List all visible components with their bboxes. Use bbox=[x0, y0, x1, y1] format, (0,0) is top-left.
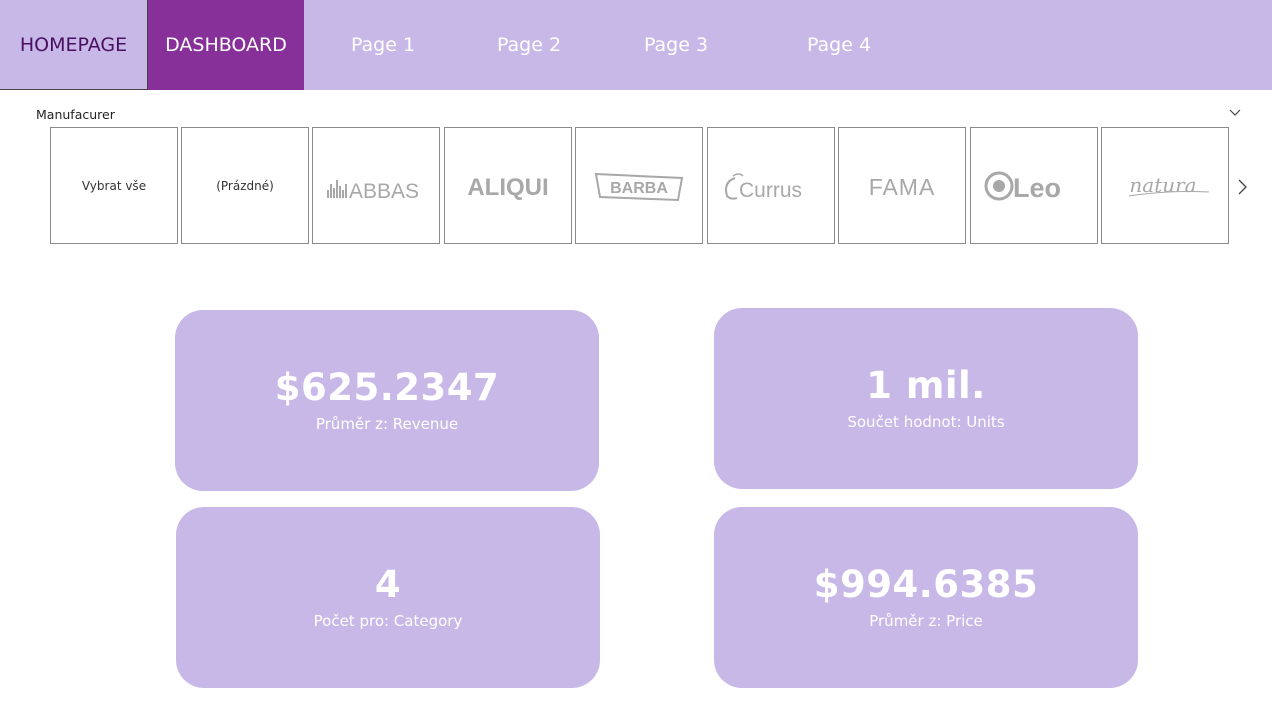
slicer-title: Manufacurer bbox=[36, 107, 115, 122]
leo-logo: Leo bbox=[984, 171, 1061, 203]
kpi-card-avg-price: $994.6385 Průměr z: Price bbox=[714, 507, 1138, 688]
select-all-label: Vybrat vše bbox=[81, 178, 147, 193]
abbas-logo: ABBAS bbox=[327, 179, 419, 203]
kpi-value: $625.2347 bbox=[274, 366, 500, 410]
nav-page-3-button[interactable]: Page 3 bbox=[623, 0, 729, 90]
slicer-tile-currus[interactable]: Currus bbox=[707, 127, 835, 244]
slicer-tile-leo[interactable]: Leo bbox=[970, 127, 1098, 244]
fama-logo: FAMA bbox=[869, 174, 936, 200]
svg-text:ALIQUI: ALIQUI bbox=[467, 174, 548, 201]
kpi-card-avg-revenue: $625.2347 Průměr z: Revenue bbox=[175, 310, 599, 491]
kpi-value: $994.6385 bbox=[813, 563, 1039, 607]
kpi-value: 1 mil. bbox=[866, 364, 986, 408]
svg-text:Currus: Currus bbox=[739, 179, 802, 202]
top-navigation: HOMEPAGE DASHBOARD Page 1 Page 2 Page 3 … bbox=[0, 0, 1272, 90]
currus-logo: Currus bbox=[725, 172, 802, 202]
barba-logo: BARBA bbox=[594, 172, 684, 201]
chevron-right-icon[interactable] bbox=[1234, 176, 1252, 198]
slicer-tile-abbas[interactable]: ABBAS bbox=[312, 127, 440, 244]
svg-text:ABBAS: ABBAS bbox=[349, 180, 419, 203]
slicer-tile-aliqui[interactable]: ALIQUI bbox=[444, 127, 572, 244]
slicer-tile-natura[interactable]: natura bbox=[1101, 127, 1229, 244]
slicer-tile-fama[interactable]: FAMA bbox=[838, 127, 966, 244]
kpi-label: Počet pro: Category bbox=[313, 611, 463, 630]
kpi-label: Průměr z: Revenue bbox=[315, 414, 459, 433]
nav-homepage-button[interactable]: HOMEPAGE bbox=[0, 0, 148, 90]
nav-dashboard-button[interactable]: DASHBOARD bbox=[148, 0, 304, 90]
svg-text:BARBA: BARBA bbox=[610, 180, 668, 197]
nav-page-4-button[interactable]: Page 4 bbox=[786, 0, 892, 90]
kpi-value: 4 bbox=[374, 563, 402, 607]
svg-text:natura: natura bbox=[1129, 173, 1196, 197]
nav-page-2-button[interactable]: Page 2 bbox=[476, 0, 582, 90]
svg-text:Leo: Leo bbox=[1013, 173, 1061, 203]
slicer-tile-barba[interactable]: BARBA bbox=[575, 127, 703, 244]
slicer-tile-select-all[interactable]: Vybrat vše bbox=[50, 127, 178, 244]
chevron-down-icon[interactable] bbox=[1226, 104, 1244, 122]
natura-logo: natura bbox=[1128, 173, 1210, 197]
kpi-card-sum-units: 1 mil. Součet hodnot: Units bbox=[714, 308, 1138, 489]
kpi-label: Průměr z: Price bbox=[869, 611, 983, 630]
svg-text:FAMA: FAMA bbox=[869, 174, 936, 200]
empty-label: (Prázdné) bbox=[216, 178, 274, 193]
kpi-label: Součet hodnot: Units bbox=[847, 412, 1005, 431]
nav-page-1-button[interactable]: Page 1 bbox=[330, 0, 436, 90]
slicer-tile-empty[interactable]: (Prázdné) bbox=[181, 127, 309, 244]
kpi-card-count-category: 4 Počet pro: Category bbox=[176, 507, 600, 688]
aliqui-logo: ALIQUI bbox=[467, 174, 548, 201]
